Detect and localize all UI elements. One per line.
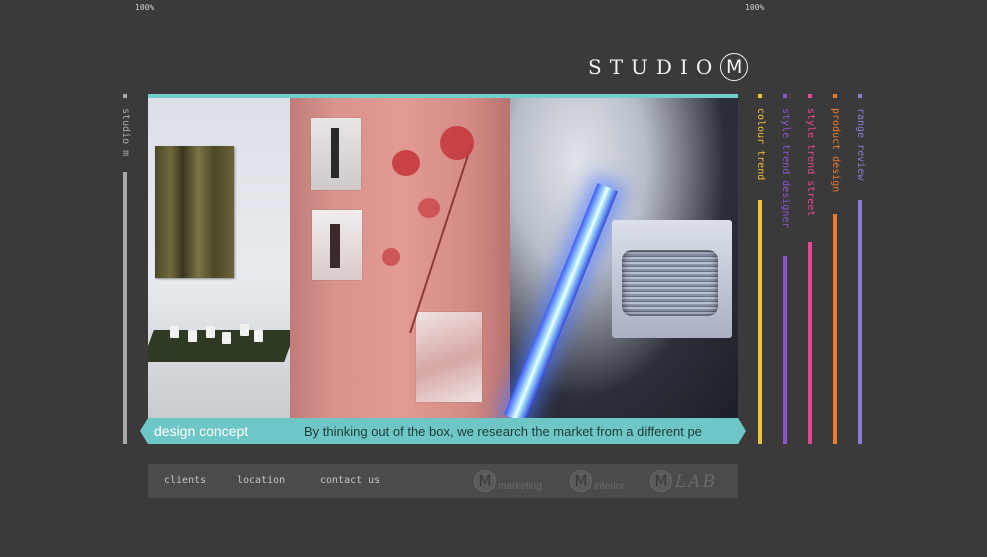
tab-cap <box>123 94 127 98</box>
nav-tab-range-review[interactable]: range review <box>855 94 866 444</box>
tab-cap <box>783 94 787 98</box>
tab-cap <box>808 94 812 98</box>
clients-link[interactable]: clients <box>164 475 206 486</box>
blue-light-tube <box>503 182 619 418</box>
m-lab-icon: M <box>650 470 672 492</box>
tab-cap <box>758 94 762 98</box>
tab-cap <box>833 94 837 98</box>
nav-tab-label[interactable]: colour trend <box>753 108 767 180</box>
nav-tab-label[interactable]: product design <box>828 108 842 192</box>
location-link[interactable]: location <box>237 475 285 486</box>
tab-bar <box>783 256 787 444</box>
nav-tab-label[interactable]: range review <box>853 108 867 180</box>
m-marketing-label: marketing <box>498 481 542 492</box>
m-lab-link[interactable]: M LAB <box>650 470 717 492</box>
design-concept-banner: design concept By thinking out of the bo… <box>140 418 746 444</box>
tab-bar <box>758 200 762 444</box>
m-lab-label: LAB <box>675 472 718 492</box>
contact-us-link[interactable]: contact us <box>320 475 380 486</box>
zoom-indicator-left: 100% <box>135 3 155 12</box>
m-marketing-link[interactable]: M marketing <box>474 470 542 492</box>
curtain-photo <box>290 98 510 418</box>
banner-title: design concept <box>154 423 249 439</box>
tab-bar <box>808 242 812 444</box>
m-marketing-icon: M <box>474 470 496 492</box>
m-interior-label: interior <box>594 481 625 492</box>
studio-m-logo[interactable]: STUDIO M <box>588 52 749 82</box>
studio-m-tab-label[interactable]: studio m <box>118 108 132 156</box>
nav-tab-colour-trend[interactable]: colour trend <box>755 94 766 444</box>
gallery-photo <box>148 98 296 418</box>
footer-bar: clients location contact us M marketing … <box>148 464 738 498</box>
m-interior-link[interactable]: M interior <box>570 470 625 492</box>
tab-bar <box>833 214 837 444</box>
nav-tab-style-trend-street[interactable]: style trend street <box>805 94 816 444</box>
nav-tab-style-trend-designer[interactable]: style trend designer <box>780 94 791 444</box>
forest-painting <box>155 146 234 278</box>
studio-m-tab[interactable]: studio m <box>120 94 131 444</box>
nav-tab-product-design[interactable]: product design <box>830 94 841 444</box>
logo-text: STUDIO <box>588 55 721 79</box>
zoom-indicator-right: 100% <box>745 3 765 12</box>
hero-image <box>148 94 738 418</box>
m-interior-icon: M <box>570 470 592 492</box>
nav-tab-label[interactable]: style trend designer <box>778 108 792 228</box>
television <box>612 220 732 338</box>
nav-tab-label[interactable]: style trend street <box>803 108 817 216</box>
tab-bar <box>123 172 127 444</box>
tab-cap <box>858 94 862 98</box>
tab-bar <box>858 200 862 444</box>
tent-installation-photo <box>503 98 738 418</box>
logo-m-circle-icon: M <box>720 53 749 81</box>
banner-scroll-text: By thinking out of the box, we research … <box>304 423 702 439</box>
